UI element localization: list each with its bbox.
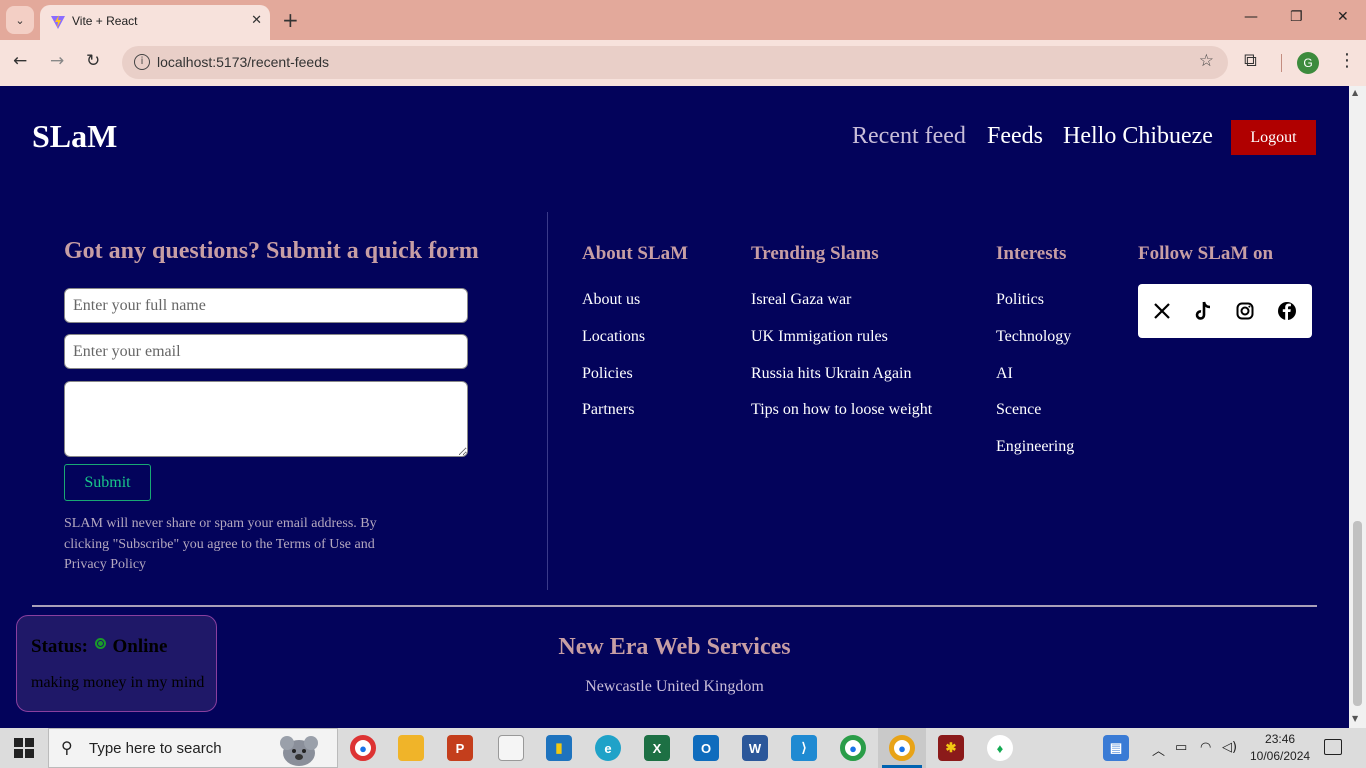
- tab-search-button[interactable]: ⌄: [6, 6, 34, 34]
- address-bar[interactable]: i localhost:5173/recent-feeds ☆: [122, 46, 1228, 79]
- minimize-icon[interactable]: —: [1244, 9, 1258, 25]
- taskbar-clock[interactable]: 23:46 10/06/2024: [1250, 731, 1310, 765]
- browser-toolbar: ← → ↻ i localhost:5173/recent-feeds ☆ ⧉ …: [0, 40, 1366, 86]
- window-close-icon[interactable]: ✕: [1337, 9, 1349, 25]
- vite-logo-icon: [51, 15, 65, 29]
- nav-recent-feed[interactable]: Recent feed: [852, 123, 966, 150]
- notepad-icon[interactable]: [498, 735, 524, 761]
- status-label: Status:: [31, 636, 89, 657]
- address-url[interactable]: localhost:5173/recent-feeds: [157, 54, 329, 70]
- browser-tab-active[interactable]: Vite + React ✕: [40, 5, 270, 40]
- volume-icon[interactable]: ◁): [1222, 740, 1237, 755]
- trending-link[interactable]: Russia hits Ukrain Again: [751, 365, 911, 383]
- restore-icon[interactable]: ❐: [1290, 9, 1303, 25]
- trending-column-title: Trending Slams: [751, 243, 879, 264]
- search-highlight-illustration-icon: [280, 736, 318, 766]
- battery-icon[interactable]: ▭: [1175, 740, 1187, 755]
- trending-link[interactable]: UK Immigation rules: [751, 328, 888, 346]
- windows-taskbar: ⚲ Type here to search ● P ▮ e X O W ⟩ ● …: [0, 728, 1366, 768]
- interest-link[interactable]: AI: [996, 365, 1013, 383]
- tab-close-icon[interactable]: ✕: [251, 13, 262, 28]
- about-column-title: About SLaM: [582, 243, 689, 264]
- social-links: [1138, 284, 1312, 338]
- toolbar-divider: [1281, 54, 1282, 72]
- search-icon: ⚲: [61, 738, 73, 757]
- footer-divider-horizontal: [32, 605, 1317, 607]
- excel-icon[interactable]: X: [644, 735, 670, 761]
- about-link[interactable]: Partners: [582, 401, 634, 419]
- contact-form-title: Got any questions? Submit a quick form: [64, 238, 479, 264]
- about-link[interactable]: About us: [582, 291, 640, 309]
- user-greeting: Hello Chibueze: [1063, 123, 1213, 149]
- profile-avatar[interactable]: G: [1297, 52, 1319, 74]
- facebook-icon[interactable]: [1274, 298, 1300, 324]
- interest-link[interactable]: Technology: [996, 328, 1071, 346]
- scroll-down-icon[interactable]: ▼: [1352, 714, 1358, 723]
- back-icon[interactable]: ←: [13, 51, 27, 71]
- chrome-active-icon[interactable]: ●: [889, 735, 915, 761]
- follow-column-title: Follow SLaM on: [1138, 243, 1274, 264]
- tiktok-icon[interactable]: [1191, 298, 1217, 324]
- nav-feeds[interactable]: Feeds: [987, 123, 1043, 150]
- mongodb-compass-icon[interactable]: ♦: [987, 735, 1013, 761]
- windows-start-icon[interactable]: [14, 738, 34, 758]
- bookmark-star-icon[interactable]: ☆: [1199, 51, 1214, 71]
- word-icon[interactable]: W: [742, 735, 768, 761]
- chrome-taskbar-icon[interactable]: ●: [350, 735, 376, 761]
- trending-link[interactable]: Isreal Gaza war: [751, 291, 851, 309]
- extensions-icon[interactable]: ⧉: [1244, 50, 1257, 71]
- notifications-icon[interactable]: [1324, 739, 1342, 755]
- clock-date: 10/06/2024: [1250, 749, 1311, 763]
- x-icon[interactable]: [1149, 298, 1175, 324]
- tab-title: Vite + React: [72, 14, 138, 28]
- site-info-icon[interactable]: i: [134, 54, 150, 70]
- interest-link[interactable]: Engineering: [996, 438, 1074, 456]
- instagram-icon[interactable]: [1232, 298, 1258, 324]
- trending-link[interactable]: Tips on how to loose weight: [751, 401, 932, 419]
- status-message: making money in my mind: [31, 674, 205, 691]
- browser-tab-bar: ⌄ Vite + React ✕ + — ❐ ✕: [0, 0, 1366, 40]
- browser-menu-icon[interactable]: ⋮: [1338, 50, 1356, 71]
- about-link[interactable]: Locations: [582, 328, 645, 346]
- new-tab-icon[interactable]: +: [282, 8, 299, 32]
- taskbar-search-placeholder[interactable]: Type here to search: [89, 740, 222, 757]
- reload-icon[interactable]: ↻: [86, 51, 100, 71]
- powerpoint-icon[interactable]: P: [447, 735, 473, 761]
- page-scrollbar[interactable]: ▲ ▼: [1349, 86, 1366, 728]
- logout-button[interactable]: Logout: [1231, 120, 1316, 155]
- interests-column-title: Interests: [996, 243, 1067, 264]
- clock-time: 23:46: [1265, 732, 1296, 746]
- game-app-icon[interactable]: ✱: [938, 735, 964, 761]
- wifi-icon[interactable]: ◠: [1200, 740, 1211, 755]
- status-line: Status: Online: [31, 636, 167, 658]
- about-link[interactable]: Policies: [582, 365, 633, 383]
- interest-link[interactable]: Scence: [996, 401, 1041, 419]
- edge-icon[interactable]: e: [595, 735, 621, 761]
- site-brand[interactable]: SLaM: [32, 118, 117, 155]
- outlook-icon[interactable]: O: [693, 735, 719, 761]
- privacy-disclaimer: SLAM will never share or spam your email…: [64, 516, 377, 572]
- online-indicator-icon: [94, 638, 106, 649]
- document-app-icon[interactable]: ▤: [1103, 735, 1129, 761]
- status-card: Status: Online making money in my mind: [16, 615, 217, 712]
- scrollbar-thumb[interactable]: [1353, 521, 1362, 706]
- vscode-icon[interactable]: ⟩: [791, 735, 817, 761]
- submit-button[interactable]: Submit: [64, 464, 151, 501]
- interest-link[interactable]: Politics: [996, 291, 1044, 309]
- status-state: Online: [112, 636, 168, 657]
- message-textarea[interactable]: [64, 381, 468, 457]
- chrome-profile-icon[interactable]: ●: [840, 735, 866, 761]
- email-input[interactable]: [64, 334, 468, 369]
- power-bi-icon[interactable]: ▮: [546, 735, 572, 761]
- show-hidden-icons-icon[interactable]: ︿: [1152, 740, 1165, 759]
- footer-divider-vertical: [547, 212, 548, 590]
- full-name-input[interactable]: [64, 288, 468, 323]
- page-content: SLaM Recent feed Feeds Hello Chibueze Lo…: [0, 86, 1349, 728]
- scroll-up-icon[interactable]: ▲: [1352, 88, 1358, 97]
- forward-icon[interactable]: →: [50, 51, 64, 71]
- taskbar-search[interactable]: ⚲ Type here to search: [48, 728, 338, 768]
- file-explorer-icon[interactable]: [398, 735, 424, 761]
